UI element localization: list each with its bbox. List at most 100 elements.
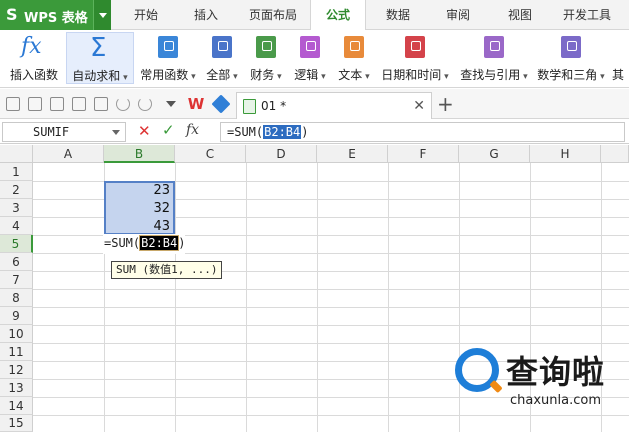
new-tab-plus-icon[interactable]: + (437, 92, 454, 116)
tab-data[interactable]: 数据 (372, 0, 424, 30)
date-time-functions-button[interactable]: 日期和时间 (378, 32, 452, 84)
search-book-icon (484, 36, 504, 58)
cell-b2[interactable]: 23 (104, 182, 173, 199)
document-tab-name: 01 * (261, 99, 287, 113)
wps-doc-icon[interactable]: W (186, 95, 206, 113)
row-header-11[interactable]: 11 (0, 343, 33, 361)
gridline (246, 163, 247, 432)
column-header-overflow (601, 145, 629, 163)
app-menu-button[interactable]: S WPS 表格 (0, 0, 111, 30)
row-header-13[interactable]: 13 (0, 379, 33, 397)
row-header-10[interactable]: 10 (0, 325, 33, 343)
column-header-a[interactable]: A (33, 145, 104, 163)
autosum-label: 自动求和 (67, 67, 133, 84)
lookup-reference-button[interactable]: 查找与引用 (456, 32, 532, 84)
tab-view[interactable]: 视图 (494, 0, 546, 30)
lookup-reference-label: 查找与引用 (456, 66, 532, 83)
column-header-f[interactable]: F (388, 145, 459, 163)
row-header-7[interactable]: 7 (0, 271, 33, 289)
logical-label: 逻辑 (290, 66, 330, 83)
tab-insert[interactable]: 插入 (180, 0, 232, 30)
cell-b3[interactable]: 32 (104, 200, 173, 217)
formula-prefix: =SUM( (227, 125, 264, 139)
column-header-g[interactable]: G (459, 145, 530, 163)
gridline (388, 163, 389, 432)
quick-access-toolbar: W 01 * ✕ + (0, 89, 629, 119)
menu-bar: S WPS 表格 开始 插入 页面布局 公式 数据 审阅 视图 开发工具 (0, 0, 629, 31)
row-header-4[interactable]: 4 (0, 217, 33, 235)
other-functions-label: 其 (612, 68, 625, 82)
math-trig-button[interactable]: 数学和三角 (534, 32, 608, 84)
row-header-8[interactable]: 8 (0, 289, 33, 307)
app-dropdown-arrow-icon[interactable] (93, 0, 111, 30)
undo-icon[interactable] (116, 97, 130, 111)
print-icon[interactable] (50, 97, 64, 111)
tab-page-layout[interactable]: 页面布局 (240, 0, 306, 30)
math-trig-label: 数学和三角 (534, 66, 608, 83)
gridline (317, 163, 318, 432)
chaxunla-logo-icon (455, 348, 499, 392)
insert-function-button[interactable]: fx 插入函数 (4, 32, 64, 84)
fx-icon: fx (21, 34, 42, 59)
redo-icon[interactable] (138, 97, 152, 111)
cell-b4[interactable]: 43 (104, 218, 173, 235)
gridline (33, 325, 629, 326)
column-header-c[interactable]: C (175, 145, 246, 163)
row-header-15[interactable]: 15 (0, 415, 33, 432)
logical-functions-button[interactable]: 逻辑 (290, 32, 330, 84)
name-box[interactable]: SUMIF (2, 122, 126, 142)
print-preview-icon[interactable] (72, 97, 86, 111)
tab-developer[interactable]: 开发工具 (552, 0, 622, 30)
column-header-e[interactable]: E (317, 145, 388, 163)
tab-review[interactable]: 审阅 (432, 0, 484, 30)
row-header-12[interactable]: 12 (0, 361, 33, 379)
cell-b5-editor[interactable]: =SUM(B2:B4) (103, 234, 186, 254)
enter-check-icon[interactable]: ✓ (162, 121, 175, 139)
formula-suffix: ) (301, 125, 309, 139)
tab-home[interactable]: 开始 (120, 0, 172, 30)
gridline (33, 343, 629, 344)
close-tab-icon[interactable]: ✕ (413, 98, 425, 114)
open-folder-icon[interactable] (6, 97, 20, 111)
tab-formulas[interactable]: 公式 (310, 0, 366, 31)
cancel-icon[interactable]: ✕ (138, 122, 151, 140)
function-syntax-tooltip: SUM (数值1, ...) (111, 261, 223, 279)
row-header-1[interactable]: 1 (0, 163, 33, 181)
column-header-h[interactable]: H (530, 145, 601, 163)
insert-function-label: 插入函数 (9, 68, 58, 82)
row-header-14[interactable]: 14 (0, 397, 33, 415)
editor-ref-highlight: B2:B4 (139, 235, 180, 251)
row-header-3[interactable]: 3 (0, 199, 33, 217)
export-pdf-icon[interactable] (94, 97, 108, 111)
other-functions-button[interactable]: 其 (612, 32, 629, 84)
all-functions-button[interactable]: 全部 (202, 32, 242, 84)
finance-label: 财务 (246, 66, 286, 83)
column-header-d[interactable]: D (246, 145, 317, 163)
row-header-6[interactable]: 6 (0, 253, 33, 271)
insert-function-fx-icon[interactable]: fx (186, 122, 199, 138)
document-tab[interactable]: 01 * ✕ (236, 92, 432, 119)
text-functions-button[interactable]: 文本 (334, 32, 374, 84)
column-header-b[interactable]: B (104, 145, 175, 163)
wps-logo-icon: S (6, 5, 18, 24)
formula-input[interactable]: =SUM(B2:B4) (220, 122, 625, 142)
common-functions-button[interactable]: 常用函数 (136, 32, 200, 84)
select-all-corner[interactable] (0, 145, 33, 163)
save-icon[interactable] (28, 97, 42, 111)
formula-bar: SUMIF ✕ ✓ fx =SUM(B2:B4) (0, 120, 629, 144)
finance-functions-button[interactable]: 财务 (246, 32, 286, 84)
row-header-5[interactable]: 5 (0, 235, 33, 253)
editor-prefix: =SUM( (104, 236, 141, 250)
watermark-title: 查询啦 (506, 353, 606, 391)
spreadsheet-file-icon (243, 99, 256, 114)
row-header-2[interactable]: 2 (0, 181, 33, 199)
customize-toolbar-arrow-icon[interactable] (166, 101, 176, 107)
autosum-button[interactable]: Σ 自动求和 (66, 32, 134, 84)
row-header-9[interactable]: 9 (0, 307, 33, 325)
cube-icon[interactable] (211, 94, 231, 114)
text-book-icon (344, 36, 364, 58)
watermark-url: chaxunla.com (510, 393, 601, 408)
gridline (33, 289, 629, 290)
editor-suffix: ) (178, 236, 186, 250)
ribbon: fx 插入函数 Σ 自动求和 常用函数 全部 财务 逻辑 文本 日期和时间 查找… (0, 30, 629, 88)
